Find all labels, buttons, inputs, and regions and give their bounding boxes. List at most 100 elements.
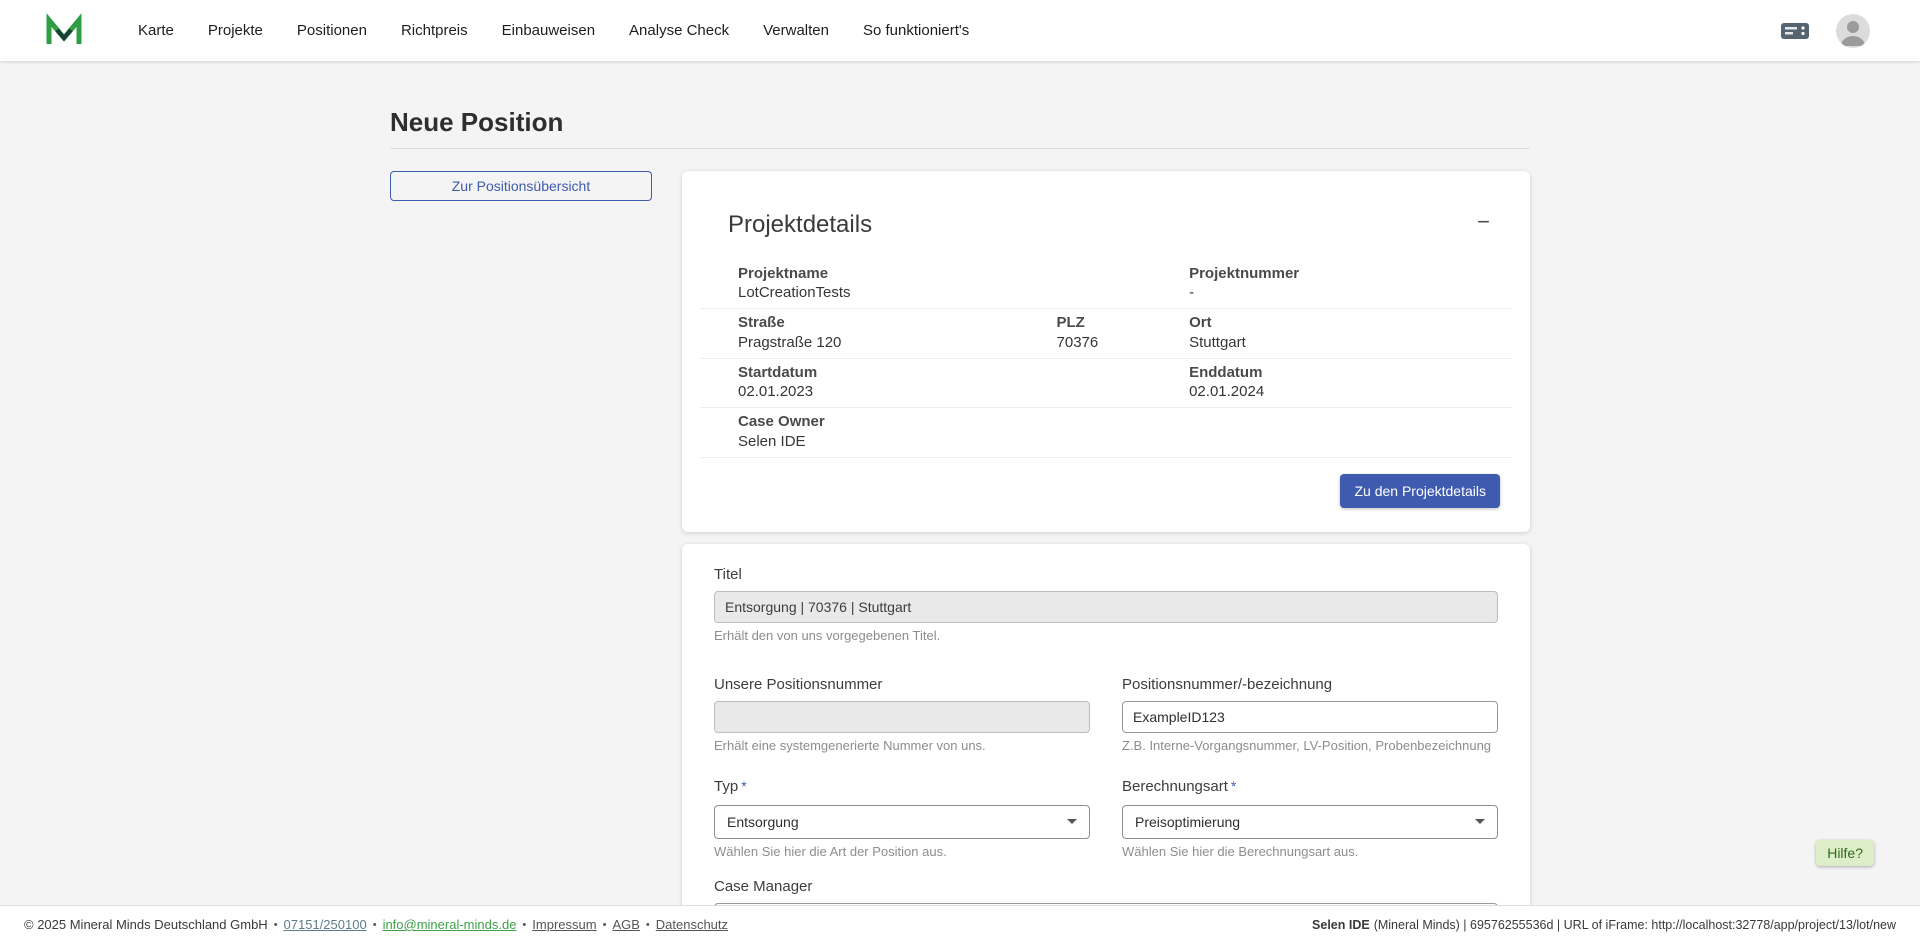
field-projektname: Projektname LotCreationTests [738,265,1189,302]
nav-item-einbauweisen[interactable]: Einbauweisen [502,22,595,39]
footer-copyright: © 2025 Mineral Minds Deutschland GmbH [24,917,268,932]
form-grid: Unsere Positionsnummer Erhält eine syste… [714,676,1498,860]
project-details-card: Projektdetails − Projektname LotCreation… [682,171,1530,532]
footer-left: © 2025 Mineral Minds Deutschland GmbH • … [24,917,728,932]
positions-overview-button[interactable]: Zur Positionsübersicht [390,171,652,201]
collapse-icon[interactable]: − [1477,211,1490,233]
berechnungsart-helper: Wählen Sie hier die Berechnungsart aus. [1122,844,1498,860]
case-manager-label: Case Manager [714,878,812,897]
field-plz: PLZ 70376 [1057,314,1190,351]
field-berechnungsart: Berechnungsart* Preisoptimierung Wählen … [1122,778,1498,860]
user-avatar-icon[interactable] [1836,14,1870,48]
projektname-value: LotCreationTests [738,284,1189,301]
case-owner-label: Case Owner [738,413,1500,430]
titel-label: Titel [714,566,742,585]
nav-item-karte[interactable]: Karte [138,22,174,39]
separator-dot: • [603,919,607,931]
projektname-label: Projektname [738,265,1189,282]
projektnummer-value: - [1189,284,1500,301]
footer-user-info: Selen IDE (Mineral Minds) | 69576255536d… [1312,918,1896,932]
project-details-fields: Projektname LotCreationTests Projektnumm… [700,260,1512,458]
unsere-positionsnummer-helper: Erhält eine systemgenerierte Nummer von … [714,738,1090,754]
enddatum-label: Enddatum [1189,364,1500,381]
project-details-button[interactable]: Zu den Projektdetails [1340,474,1500,508]
pd-row-1: Projektname LotCreationTests Projektnumm… [700,260,1512,310]
footer: © 2025 Mineral Minds Deutschland GmbH • … [0,905,1920,943]
project-details-title: Projektdetails [728,211,872,240]
page-title: Neue Position [390,107,1530,138]
app-logo-icon[interactable] [44,11,84,51]
nav-item-analyse-check[interactable]: Analyse Check [629,22,729,39]
footer-user-name: Selen IDE [1312,918,1370,932]
unsere-positionsnummer-label: Unsere Positionsnummer [714,676,882,695]
field-enddatum: Enddatum 02.01.2024 [1189,364,1500,401]
typ-helper: Wählen Sie hier die Art der Position aus… [714,844,1090,860]
server-icon[interactable] [1780,19,1810,43]
help-button[interactable]: Hilfe? [1816,840,1874,866]
typ-select[interactable]: Entsorgung [714,805,1090,839]
plz-label: PLZ [1057,314,1190,331]
nav-item-so-funktionierts[interactable]: So funktioniert's [863,22,969,39]
field-unsere-positionsnummer: Unsere Positionsnummer Erhält eine syste… [714,676,1090,754]
separator-dot: • [274,919,278,931]
pd-row-2: Straße Pragstraße 120 PLZ 70376 Ort Stut… [700,309,1512,359]
case-owner-value: Selen IDE [738,433,1500,450]
field-typ: Typ* Entsorgung Wählen Sie hier die Art … [714,778,1090,860]
separator-dot: • [522,919,526,931]
startdatum-value: 02.01.2023 [738,383,1189,400]
nav-item-positionen[interactable]: Positionen [297,22,367,39]
left-column: Zur Positionsübersicht [390,171,682,201]
projektnummer-label: Projektnummer [1189,265,1500,282]
pd-row-3: Startdatum 02.01.2023 Enddatum 02.01.202… [700,359,1512,409]
top-nav: Karte Projekte Positionen Richtpreis Ein… [0,0,1920,61]
separator-dot: • [646,919,650,931]
strasse-value: Pragstraße 120 [738,334,1057,351]
startdatum-label: Startdatum [738,364,1189,381]
footer-link-email[interactable]: info@mineral-minds.de [383,917,517,932]
title-divider [390,148,1530,149]
chevron-down-icon [1067,819,1077,824]
typ-select-value: Entsorgung [727,814,799,830]
field-startdatum: Startdatum 02.01.2023 [738,364,1189,401]
berechnungsart-select[interactable]: Preisoptimierung [1122,805,1498,839]
positionsnummer-input[interactable] [1122,701,1498,733]
footer-link-agb[interactable]: AGB [612,917,639,932]
typ-label: Typ [714,778,738,797]
field-case-owner: Case Owner Selen IDE [738,413,1500,450]
typ-required-marker: * [741,778,746,794]
footer-link-datenschutz[interactable]: Datenschutz [656,917,728,932]
pd-row-4: Case Owner Selen IDE [700,408,1512,458]
main-content: Neue Position Zur Positionsübersicht Pro… [0,61,1920,905]
field-titel: Titel Erhält den von uns vorgegebenen Ti… [714,566,1498,644]
chevron-down-icon [1475,819,1485,824]
titel-helper: Erhält den von uns vorgegebenen Titel. [714,628,1498,644]
field-strasse: Straße Pragstraße 120 [738,314,1057,351]
field-ort: Ort Stuttgart [1189,314,1500,351]
nav-item-richtpreis[interactable]: Richtpreis [401,22,468,39]
footer-link-phone[interactable]: 07151/250100 [284,917,367,932]
right-column: Projektdetails − Projektname LotCreation… [682,171,1530,905]
ort-label: Ort [1189,314,1500,331]
berechnungsart-label: Berechnungsart [1122,778,1228,797]
field-projektnummer: Projektnummer - [1189,265,1500,302]
footer-link-impressum[interactable]: Impressum [532,917,596,932]
position-form-card: Titel Erhält den von uns vorgegebenen Ti… [682,544,1530,905]
field-positionsnummer: Positionsnummer/-bezeichnung Z.B. Intern… [1122,676,1498,754]
nav-item-projekte[interactable]: Projekte [208,22,263,39]
separator-dot: • [373,919,377,931]
plz-value: 70376 [1057,334,1190,351]
titel-input [714,591,1498,623]
positionsnummer-helper: Z.B. Interne-Vorgangsnummer, LV-Position… [1122,738,1498,754]
berechnungsart-required-marker: * [1231,778,1236,794]
strasse-label: Straße [738,314,1057,331]
footer-session-info: (Mineral Minds) | 69576255536d | URL of … [1374,918,1896,932]
ort-value: Stuttgart [1189,334,1500,351]
nav-item-verwalten[interactable]: Verwalten [763,22,829,39]
berechnungsart-select-value: Preisoptimierung [1135,814,1240,830]
unsere-positionsnummer-input [714,701,1090,733]
header-actions [1780,14,1870,48]
positionsnummer-label: Positionsnummer/-bezeichnung [1122,676,1332,695]
main-nav: Karte Projekte Positionen Richtpreis Ein… [138,22,969,39]
field-case-manager: Case Manager [714,878,1498,905]
enddatum-value: 02.01.2024 [1189,383,1500,400]
